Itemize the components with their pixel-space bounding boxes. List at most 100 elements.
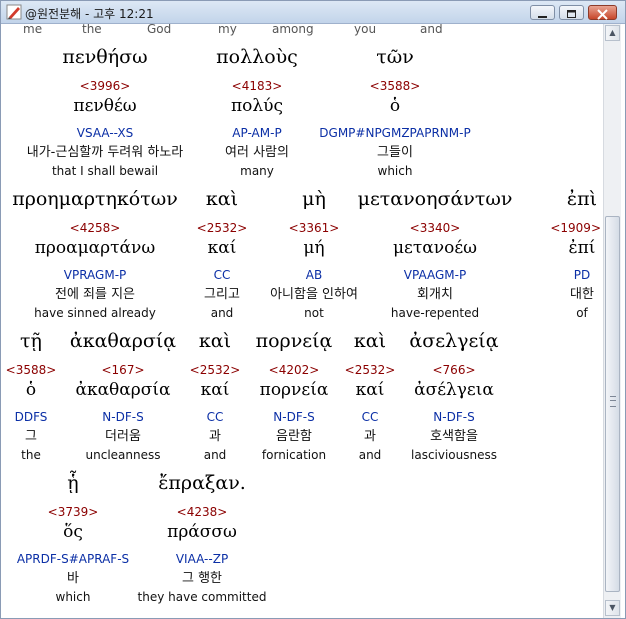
parsing-code[interactable]: CC [207, 411, 224, 423]
english-gloss: and [203, 448, 227, 462]
english-gloss: not [304, 306, 324, 320]
strong-number[interactable]: <766> [432, 364, 475, 376]
lexical-form: ὁ [25, 380, 37, 400]
maximize-icon [567, 10, 576, 18]
strong-number[interactable]: <1909> [550, 222, 601, 234]
english-gloss: and [358, 448, 382, 462]
cutoff-word: and [420, 24, 443, 36]
korean-gloss: 전에 죄를 지은 [54, 287, 136, 302]
scroll-down-button[interactable]: ▼ [605, 600, 620, 616]
cutoff-word: the [82, 24, 102, 36]
greek-word: ἐπὶ [566, 188, 598, 210]
greek-word: πολλοὺς [216, 46, 298, 68]
parsing-code[interactable]: AB [306, 269, 322, 281]
lexical-form: ἀκαθαρσία [75, 380, 171, 400]
lexical-form: ἐπί [568, 238, 596, 258]
english-gloss: have sinned already [34, 306, 156, 320]
korean-gloss: 여러 사람의 [225, 145, 289, 160]
close-button[interactable] [588, 5, 617, 20]
parsing-code[interactable]: VPAAGM-P [404, 269, 466, 281]
cutoff-word: among [272, 24, 314, 36]
parsing-code[interactable]: N-DF-S [273, 411, 314, 423]
english-gloss: fornication [261, 448, 327, 462]
korean-gloss: 내가-근심할까 두려워 하노라 [26, 145, 184, 160]
strong-number[interactable]: <3340> [410, 222, 461, 234]
scroll-up-button[interactable]: ▲ [605, 25, 620, 41]
scroll-thumb[interactable] [605, 216, 620, 592]
interlinear-view[interactable]: me the God my among you and πενθήσω <3996… [1, 24, 603, 618]
english-gloss: which [377, 164, 413, 178]
cutoff-word: you [354, 24, 377, 36]
korean-gloss: 아니함을 인하여 [270, 287, 358, 302]
parsing-code[interactable]: PD [574, 269, 590, 281]
greek-word: τῇ [20, 330, 42, 352]
parsing-code[interactable]: CC [214, 269, 231, 281]
strong-number[interactable]: <3996> [80, 80, 131, 92]
parsing-code[interactable]: N-DF-S [102, 411, 143, 423]
grip-icon [610, 396, 616, 407]
lexical-form: ὅς [63, 522, 83, 542]
english-gloss: have-repented [390, 306, 480, 320]
cutoff-word: me [23, 24, 43, 36]
strong-number[interactable]: <2532> [345, 364, 396, 376]
lexical-form: καί [200, 380, 230, 400]
lexical-form: μή [303, 238, 325, 258]
lexical-form: καί [207, 238, 237, 258]
parsing-code[interactable]: AP-AM-P [232, 127, 281, 139]
parsing-code[interactable]: VIAA--ZP [176, 553, 228, 565]
window-title: @원전분해 - 고후 12:21 [25, 7, 154, 21]
english-gloss: they have committed [137, 590, 267, 604]
english-gloss: the [21, 448, 41, 462]
lexical-form: πράσσω [167, 522, 237, 542]
strong-number[interactable]: <3739> [48, 506, 99, 518]
strong-number[interactable]: <167> [101, 364, 144, 376]
lexical-form: προαμαρτάνω [34, 238, 156, 258]
parsing-code[interactable]: APRDF-S#APRAF-S [17, 553, 129, 565]
vertical-scrollbar[interactable]: ▲ ▼ [603, 24, 621, 618]
strong-number[interactable]: <2532> [197, 222, 248, 234]
strong-number[interactable]: <4183> [232, 80, 283, 92]
parsing-code[interactable]: VPRAGM-P [64, 269, 127, 281]
korean-gloss: 바 [67, 571, 79, 586]
title-bar[interactable]: @원전분해 - 고후 12:21 [1, 1, 625, 24]
lexical-form: ὁ [389, 96, 401, 116]
korean-gloss: 음란함 [276, 429, 312, 444]
korean-gloss: 그 [25, 429, 37, 444]
parsing-code[interactable]: DGMP#NPGMZPAPRNM-P [319, 127, 470, 139]
korean-gloss: 회개치 [417, 287, 453, 302]
korean-gloss: 그리고 [204, 287, 240, 302]
strong-number[interactable]: <3588> [370, 80, 421, 92]
korean-gloss: 과 [209, 429, 221, 444]
english-gloss: which [55, 590, 91, 604]
parsing-code[interactable]: N-DF-S [433, 411, 474, 423]
greek-word: ἀκαθαρσίᾳ [69, 330, 177, 352]
strong-number[interactable]: <3361> [289, 222, 340, 234]
minimize-button[interactable] [530, 5, 555, 20]
greek-word: πενθήσω [62, 46, 148, 68]
maximize-button[interactable] [559, 5, 584, 20]
parsing-code[interactable]: CC [362, 411, 379, 423]
strong-number[interactable]: <4202> [269, 364, 320, 376]
greek-word: ᾗ [67, 472, 79, 494]
greek-word: ἔπραξαν. [158, 472, 246, 494]
english-gloss: uncleanness [85, 448, 161, 462]
parsing-code[interactable]: DDFS [15, 411, 48, 423]
lexical-form: ἀσέλγεια [414, 380, 494, 400]
korean-gloss: 그들이 [377, 145, 413, 160]
cutoff-word: my [218, 24, 237, 36]
english-gloss: lasciviousness [411, 448, 497, 462]
english-gloss: that I shall bewail [51, 164, 159, 178]
korean-gloss: 더러움 [105, 429, 141, 444]
strong-number[interactable]: <2532> [190, 364, 241, 376]
strong-number[interactable]: <4258> [70, 222, 121, 234]
lexical-form: πορνεία [259, 380, 329, 400]
greek-word: προημαρτηκότων [12, 188, 178, 210]
greek-word: καὶ [198, 330, 232, 352]
strong-number[interactable]: <4238> [177, 506, 228, 518]
greek-word: πορνείᾳ [255, 330, 333, 352]
parsing-code[interactable]: VSAA--XS [77, 127, 133, 139]
close-icon [597, 9, 608, 20]
strong-number[interactable]: <3588> [6, 364, 57, 376]
english-gloss: of [576, 306, 588, 320]
korean-gloss: 그 행한 [181, 571, 223, 586]
